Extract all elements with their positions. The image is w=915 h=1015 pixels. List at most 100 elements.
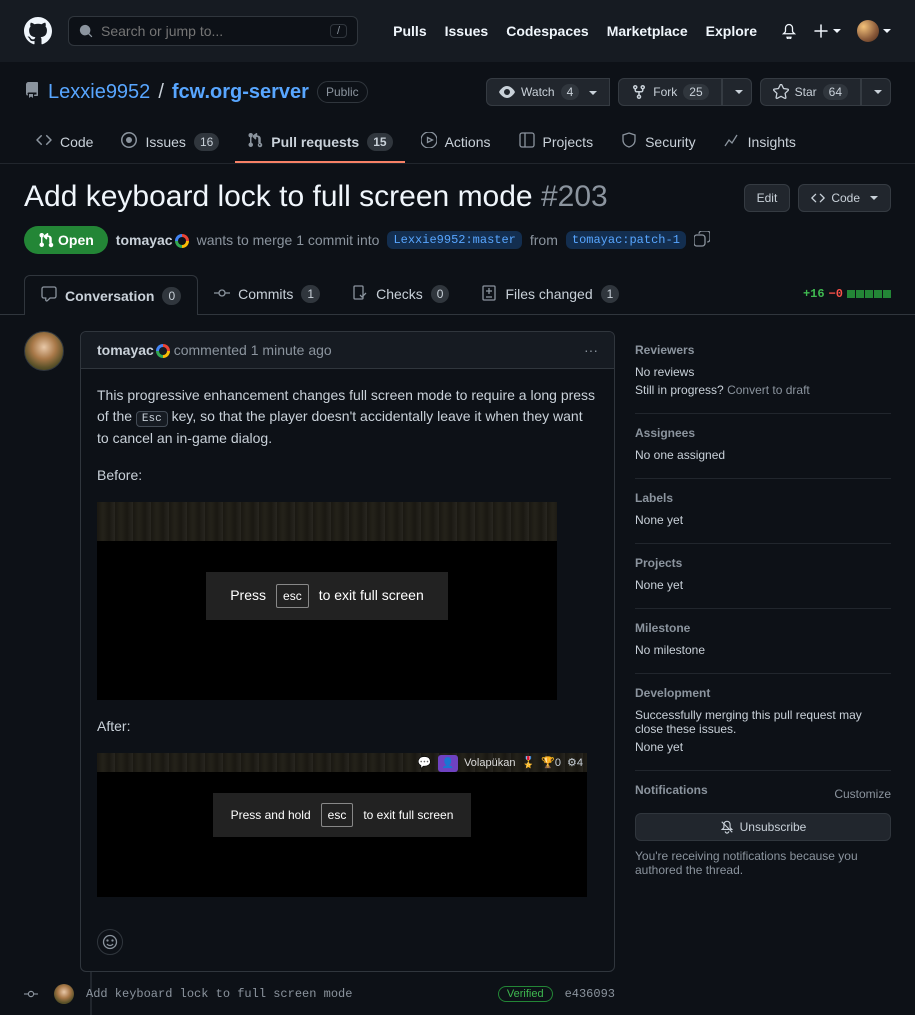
code-icon	[811, 191, 825, 205]
comment-menu-icon[interactable]: ···	[584, 342, 598, 358]
unsubscribe-button[interactable]: Unsubscribe	[635, 813, 891, 841]
eye-icon	[499, 84, 515, 100]
pr-icon	[247, 132, 263, 151]
fullscreen-message-before: Press esc to exit full screen	[206, 572, 448, 620]
comment-icon	[41, 286, 57, 305]
project-icon	[519, 132, 535, 151]
tab-security[interactable]: Security	[609, 122, 708, 163]
repo-icon	[24, 81, 40, 104]
tab-insights[interactable]: Insights	[712, 122, 808, 163]
fork-button[interactable]: Fork 25	[618, 78, 721, 106]
watch-button[interactable]: Watch 4	[486, 78, 610, 106]
star-count: 64	[823, 84, 848, 100]
inner-tab-checks[interactable]: Checks0	[336, 274, 465, 314]
user-menu[interactable]	[857, 20, 891, 42]
nav-pulls[interactable]: Pulls	[393, 23, 426, 39]
graph-icon	[724, 132, 740, 151]
copy-branch-icon[interactable]	[694, 231, 710, 250]
sidebar-reviewers[interactable]: Reviewers No reviews Still in progress? …	[635, 331, 891, 414]
verified-badge[interactable]: Verified	[498, 986, 553, 1002]
repo-name-link[interactable]: fcw.org-server	[172, 81, 309, 104]
comment-paragraph: This progressive enhancement changes ful…	[97, 385, 598, 449]
base-branch[interactable]: Lexxie9952:master	[387, 231, 521, 249]
tab-projects[interactable]: Projects	[507, 122, 606, 163]
github-logo[interactable]	[24, 17, 52, 45]
user-avatar	[857, 20, 879, 42]
before-label: Before:	[97, 465, 598, 486]
commit-message[interactable]: Add keyboard lock to full screen mode	[86, 987, 486, 1001]
sidebar-labels[interactable]: Labels None yet	[635, 479, 891, 544]
pr-title: Add keyboard lock to full screen mode	[24, 180, 533, 213]
nav-marketplace[interactable]: Marketplace	[607, 23, 688, 39]
notifications-icon[interactable]	[781, 23, 797, 39]
checklist-icon	[352, 285, 368, 304]
edit-button[interactable]: Edit	[744, 184, 791, 212]
screenshot-after[interactable]: 💬 👤 Volapükan 🎖️ 🏆0 ⚙4 Press and hold	[97, 753, 587, 897]
bell-slash-icon	[720, 820, 734, 834]
chevron-down-icon	[585, 85, 597, 99]
global-search[interactable]: /	[68, 16, 358, 46]
slash-key-hint: /	[330, 24, 347, 38]
pr-number: #203	[541, 180, 608, 213]
code-icon	[36, 132, 52, 151]
watch-count: 4	[561, 84, 580, 100]
search-input[interactable]	[101, 23, 322, 39]
pr-state-badge: Open	[24, 226, 108, 254]
commit-node-icon	[24, 987, 38, 1001]
add-reaction-button[interactable]	[97, 929, 123, 955]
sidebar-assignees[interactable]: Assignees No one assigned	[635, 414, 891, 479]
star-dropdown[interactable]	[861, 78, 891, 106]
file-diff-icon	[481, 285, 497, 304]
search-icon	[79, 24, 93, 38]
pr-author-link[interactable]: tomayac	[116, 232, 173, 248]
esc-key-kbd: Esc	[136, 411, 168, 427]
code-button[interactable]: Code	[798, 184, 891, 212]
nav-explore[interactable]: Explore	[706, 23, 757, 39]
star-icon	[773, 84, 789, 100]
inner-tab-files[interactable]: Files changed1	[465, 274, 635, 314]
issue-icon	[121, 132, 137, 151]
commit-icon	[214, 285, 230, 304]
customize-link[interactable]: Customize	[834, 787, 891, 801]
sidebar-milestone[interactable]: Milestone No milestone	[635, 609, 891, 674]
sidebar-notifications: Notifications Customize Unsubscribe You'…	[635, 771, 891, 893]
diffstat: +16 −0	[803, 287, 891, 301]
fullscreen-message-after: Press and hold esc to exit full screen	[213, 793, 472, 837]
tab-actions[interactable]: Actions	[409, 122, 503, 163]
tab-code[interactable]: Code	[24, 122, 105, 163]
sidebar-development[interactable]: Development Successfully merging this pu…	[635, 674, 891, 771]
repo-path-separator: /	[158, 81, 164, 104]
fork-count: 25	[683, 84, 708, 100]
pr-meta-text: wants to merge 1 commit into	[197, 232, 380, 248]
comment-author-avatar[interactable]	[24, 331, 64, 371]
sidebar-projects[interactable]: Projects None yet	[635, 544, 891, 609]
star-button[interactable]: Star 64	[760, 78, 861, 106]
play-icon	[421, 132, 437, 151]
google-badge-icon	[175, 234, 189, 248]
nav-issues[interactable]: Issues	[445, 23, 489, 39]
pr-open-icon	[38, 232, 54, 248]
inner-tab-commits[interactable]: Commits1	[198, 274, 336, 314]
issues-count: 16	[194, 133, 219, 151]
head-branch[interactable]: tomayac:patch-1	[566, 231, 686, 249]
commit-author-avatar[interactable]	[54, 984, 74, 1004]
visibility-badge: Public	[317, 81, 368, 103]
create-new-icon[interactable]	[813, 23, 841, 39]
shield-icon	[621, 132, 637, 151]
inner-tab-conversation[interactable]: Conversation0	[24, 275, 198, 315]
tab-issues[interactable]: Issues16	[109, 122, 231, 163]
after-label: After:	[97, 716, 598, 737]
comment-author-link[interactable]: tomayac	[97, 342, 154, 358]
smiley-icon	[102, 934, 118, 950]
comment-timestamp[interactable]: 1 minute ago	[251, 342, 332, 358]
convert-to-draft-link[interactable]: Convert to draft	[727, 383, 810, 397]
repo-owner-link[interactable]: Lexxie9952	[48, 81, 150, 104]
screenshot-before[interactable]: Press esc to exit full screen	[97, 502, 557, 700]
fork-dropdown[interactable]	[722, 78, 752, 106]
fork-icon	[631, 84, 647, 100]
commit-sha[interactable]: e436093	[565, 987, 615, 1001]
nav-codespaces[interactable]: Codespaces	[506, 23, 588, 39]
tab-pulls[interactable]: Pull requests15	[235, 122, 404, 163]
game-topbar: 💬 👤 Volapükan 🎖️ 🏆0 ⚙4	[418, 755, 583, 772]
pulls-count: 15	[367, 133, 392, 151]
